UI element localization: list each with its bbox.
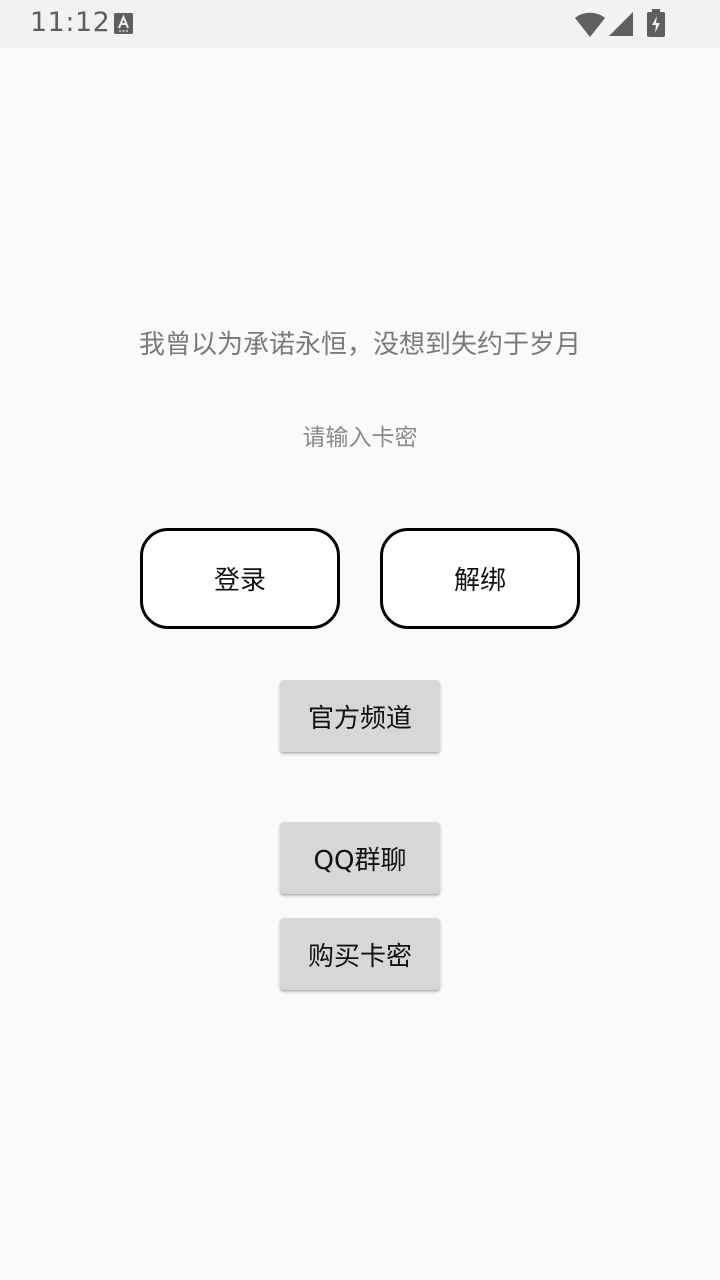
login-button[interactable]: 登录 bbox=[140, 528, 340, 629]
signal-icon bbox=[608, 11, 634, 37]
status-bar: 11:12 bbox=[0, 0, 720, 48]
wifi-icon bbox=[574, 10, 606, 38]
official-channel-button[interactable]: 官方频道 bbox=[280, 680, 440, 752]
card-key-input[interactable] bbox=[210, 414, 510, 462]
buy-card-key-button[interactable]: 购买卡密 bbox=[280, 918, 440, 990]
slogan-text: 我曾以为承诺永恒，没想到失约于岁月 bbox=[138, 330, 581, 360]
status-time: 11:12 bbox=[30, 7, 111, 38]
qq-group-button[interactable]: QQ群聊 bbox=[280, 822, 440, 894]
battery-charging-icon bbox=[647, 9, 665, 37]
text-a-icon bbox=[114, 13, 133, 34]
unbind-button[interactable]: 解绑 bbox=[380, 528, 580, 629]
